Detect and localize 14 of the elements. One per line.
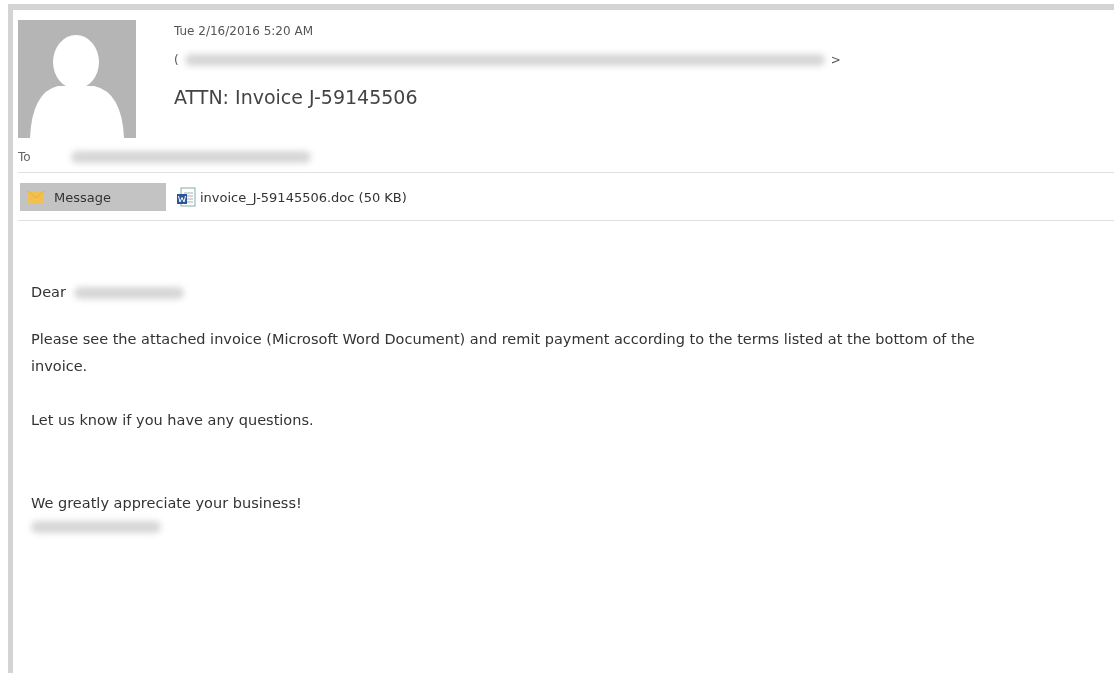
- body-paragraph: Let us know if you have any questions.: [31, 411, 315, 430]
- sender-bracket: >: [830, 53, 841, 67]
- message-tab[interactable]: Message: [20, 183, 166, 211]
- sender-bracket: (: [174, 53, 179, 67]
- sent-date: Tue 2/16/2016 5:20 AM: [174, 23, 314, 40]
- envelope-icon: [28, 191, 44, 203]
- attachment-link[interactable]: invoice_J-59145506.doc (50 KB): [176, 187, 407, 207]
- body-paragraph: Please see the attached invoice (Microsoft Word Document) and remit payment according to the terms listed at the bottom of the invoice.: [31, 330, 976, 376]
- to-label: To: [18, 150, 31, 164]
- email-subject: ATTN: Invoice J-59145506: [174, 85, 419, 110]
- avatar-icon: [18, 20, 136, 138]
- closing-line: We greatly appreciate your business!: [31, 494, 303, 513]
- word-document-icon: [176, 187, 196, 207]
- greeting: Dear: [31, 283, 66, 302]
